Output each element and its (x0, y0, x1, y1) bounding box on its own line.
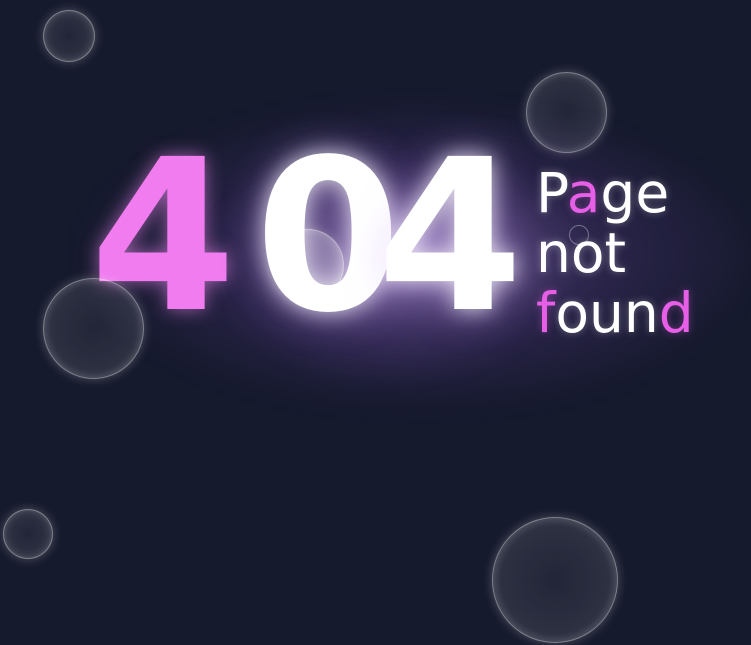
bubble-decoration (272, 229, 344, 301)
message-line-3: found (536, 283, 751, 343)
bubble-decoration (526, 72, 607, 153)
bubble-decoration (43, 10, 95, 62)
message-line-1: Page (536, 163, 751, 223)
message-line-3-accent: d (658, 281, 694, 345)
message-line-3-start: oun (555, 281, 659, 345)
message-line-1-accent: a (566, 161, 601, 225)
message-line-3-accent-start: f (536, 281, 556, 345)
bubble-decoration (43, 278, 144, 379)
bubble-decoration (492, 517, 618, 643)
message-line-1-end: ge (600, 161, 670, 225)
bubble-decoration (3, 509, 53, 559)
error-digit-last: 4 (377, 114, 524, 359)
not-found-message: Page not found (536, 163, 751, 343)
message-line-1-start: P (536, 161, 567, 225)
bubble-decoration (569, 225, 589, 245)
